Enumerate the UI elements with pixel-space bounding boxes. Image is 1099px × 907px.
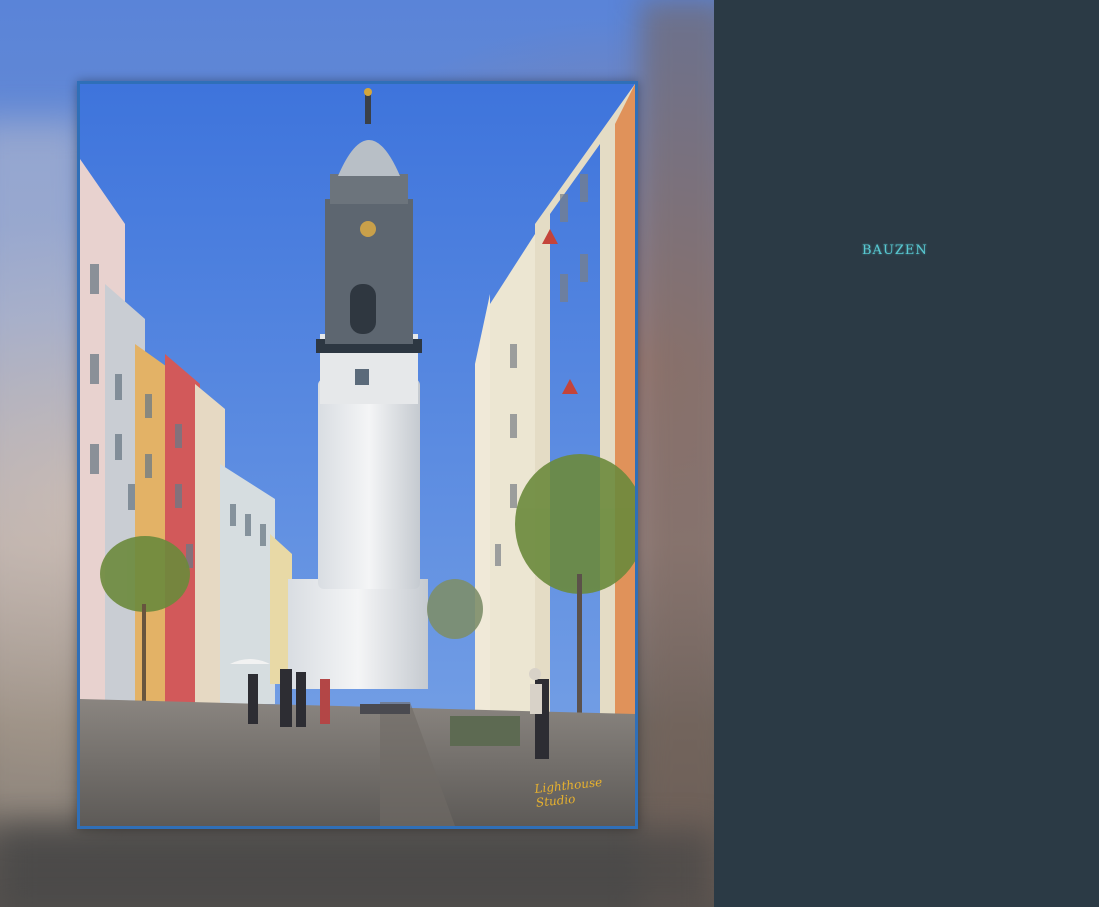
street-photo (80, 84, 635, 826)
page-title: BAUZEN (862, 243, 928, 258)
side-panel (714, 0, 1099, 907)
framed-photo (77, 81, 638, 829)
